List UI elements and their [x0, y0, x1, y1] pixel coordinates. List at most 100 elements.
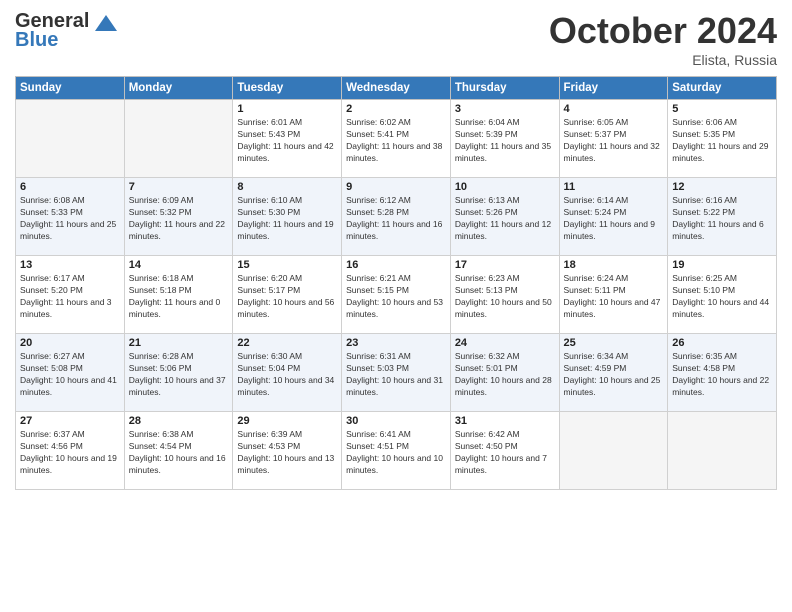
day-number: 9	[346, 181, 446, 193]
day-info: Sunrise: 6:09 AM Sunset: 5:32 PM Dayligh…	[129, 195, 229, 243]
calendar-week-3: 13 Sunrise: 6:17 AM Sunset: 5:20 PM Dayli…	[16, 256, 777, 334]
day-number: 16	[346, 259, 446, 271]
day-number: 30	[346, 415, 446, 427]
day-number: 1	[237, 103, 337, 115]
day-number: 28	[129, 415, 229, 427]
day-number: 4	[564, 103, 664, 115]
calendar-cell: 29Sunrise: 6:39 AM Sunset: 4:53 PM Dayli…	[233, 412, 342, 490]
calendar-cell	[16, 100, 125, 178]
day-info: Sunrise: 6:21 AM Sunset: 5:15 PM Dayligh…	[346, 273, 446, 321]
calendar-cell: 31 Sunrise: 6:42 AM Sunset: 4:50 PM Dayli…	[450, 412, 559, 490]
day-info: Sunrise: 6:27 AM Sunset: 5:08 PM Dayligh…	[20, 351, 120, 399]
logo-general: General	[15, 10, 89, 32]
day-number: 18	[564, 259, 664, 271]
calendar-cell: 13 Sunrise: 6:17 AM Sunset: 5:20 PM Dayli…	[16, 256, 125, 334]
calendar-cell	[124, 100, 233, 178]
day-info: Sunrise: 6:34 AM Sunset: 4:59 PM Dayligh…	[564, 351, 664, 399]
day-info: Sunrise: 6:23 AM Sunset: 5:13 PM Dayligh…	[455, 273, 555, 321]
day-number: 2	[346, 103, 446, 115]
calendar-week-4: 20 Sunrise: 6:27 AM Sunset: 5:08 PM Dayli…	[16, 334, 777, 412]
day-number: 3	[455, 103, 555, 115]
calendar-cell	[668, 412, 777, 490]
day-number: 21	[129, 337, 229, 349]
calendar-cell: 19 Sunrise: 6:25 AM Sunset: 5:10 PM Dayli…	[668, 256, 777, 334]
calendar-cell: 25 Sunrise: 6:34 AM Sunset: 4:59 PM Dayli…	[559, 334, 668, 412]
day-info: Sunrise: 6:25 AM Sunset: 5:10 PM Dayligh…	[672, 273, 772, 321]
day-info: Sunrise: 6:12 AM Sunset: 5:28 PM Dayligh…	[346, 195, 446, 243]
day-number: 31	[455, 415, 555, 427]
calendar-cell: 26 Sunrise: 6:35 AM Sunset: 4:58 PM Dayli…	[668, 334, 777, 412]
calendar-cell: 9 Sunrise: 6:12 AM Sunset: 5:28 PM Daylig…	[342, 178, 451, 256]
calendar-cell: 28 Sunrise: 6:38 AM Sunset: 4:54 PM Dayli…	[124, 412, 233, 490]
calendar-cell: 27 Sunrise: 6:37 AM Sunset: 4:56 PM Dayli…	[16, 412, 125, 490]
day-info: Sunrise: 6:08 AM Sunset: 5:33 PM Dayligh…	[20, 195, 120, 243]
header: General Blue October 2024 Elista, Russia	[15, 10, 777, 68]
day-number: 13	[20, 259, 120, 271]
location: Elista, Russia	[549, 52, 777, 68]
day-number: 11	[564, 181, 664, 193]
day-info: Sunrise: 6:42 AM Sunset: 4:50 PM Dayligh…	[455, 429, 555, 477]
day-info: Sunrise: 6:05 AM Sunset: 5:37 PM Dayligh…	[564, 117, 664, 165]
day-number: 5	[672, 103, 772, 115]
calendar-cell: 17 Sunrise: 6:23 AM Sunset: 5:13 PM Dayli…	[450, 256, 559, 334]
calendar-cell: 14 Sunrise: 6:18 AM Sunset: 5:18 PM Dayli…	[124, 256, 233, 334]
calendar-cell: 8Sunrise: 6:10 AM Sunset: 5:30 PM Daylig…	[233, 178, 342, 256]
weekday-header-row: SundayMondayTuesdayWednesdayThursdayFrid…	[16, 77, 777, 100]
day-info: Sunrise: 6:06 AM Sunset: 5:35 PM Dayligh…	[672, 117, 772, 165]
calendar-cell: 10 Sunrise: 6:13 AM Sunset: 5:26 PM Dayli…	[450, 178, 559, 256]
day-number: 20	[20, 337, 120, 349]
day-number: 23	[346, 337, 446, 349]
day-info: Sunrise: 6:38 AM Sunset: 4:54 PM Dayligh…	[129, 429, 229, 477]
calendar-cell: 30Sunrise: 6:41 AM Sunset: 4:51 PM Dayli…	[342, 412, 451, 490]
weekday-header-tuesday: Tuesday	[233, 77, 342, 100]
day-number: 10	[455, 181, 555, 193]
day-info: Sunrise: 6:35 AM Sunset: 4:58 PM Dayligh…	[672, 351, 772, 399]
day-info: Sunrise: 6:37 AM Sunset: 4:56 PM Dayligh…	[20, 429, 120, 477]
weekday-header-thursday: Thursday	[450, 77, 559, 100]
day-number: 14	[129, 259, 229, 271]
calendar-cell: 24 Sunrise: 6:32 AM Sunset: 5:01 PM Dayli…	[450, 334, 559, 412]
day-number: 17	[455, 259, 555, 271]
calendar-cell: 1Sunrise: 6:01 AM Sunset: 5:43 PM Daylig…	[233, 100, 342, 178]
day-number: 15	[237, 259, 337, 271]
day-number: 19	[672, 259, 772, 271]
calendar-cell: 16 Sunrise: 6:21 AM Sunset: 5:15 PM Dayli…	[342, 256, 451, 334]
calendar-cell: 20 Sunrise: 6:27 AM Sunset: 5:08 PM Dayli…	[16, 334, 125, 412]
day-number: 26	[672, 337, 772, 349]
day-info: Sunrise: 6:17 AM Sunset: 5:20 PM Dayligh…	[20, 273, 120, 321]
calendar-cell: 23Sunrise: 6:31 AM Sunset: 5:03 PM Dayli…	[342, 334, 451, 412]
day-info: Sunrise: 6:39 AM Sunset: 4:53 PM Dayligh…	[237, 429, 337, 477]
day-info: Sunrise: 6:32 AM Sunset: 5:01 PM Dayligh…	[455, 351, 555, 399]
day-info: Sunrise: 6:14 AM Sunset: 5:24 PM Dayligh…	[564, 195, 664, 243]
calendar-cell: 22 Sunrise: 6:30 AM Sunset: 5:04 PM Dayli…	[233, 334, 342, 412]
day-number: 6	[20, 181, 120, 193]
day-info: Sunrise: 6:30 AM Sunset: 5:04 PM Dayligh…	[237, 351, 337, 399]
calendar-week-2: 6 Sunrise: 6:08 AM Sunset: 5:33 PM Daylig…	[16, 178, 777, 256]
day-number: 22	[237, 337, 337, 349]
day-number: 12	[672, 181, 772, 193]
day-number: 25	[564, 337, 664, 349]
day-info: Sunrise: 6:24 AM Sunset: 5:11 PM Dayligh…	[564, 273, 664, 321]
calendar: SundayMondayTuesdayWednesdayThursdayFrid…	[15, 76, 777, 490]
calendar-cell	[559, 412, 668, 490]
day-info: Sunrise: 6:16 AM Sunset: 5:22 PM Dayligh…	[672, 195, 772, 243]
weekday-header-sunday: Sunday	[16, 77, 125, 100]
day-info: Sunrise: 6:18 AM Sunset: 5:18 PM Dayligh…	[129, 273, 229, 321]
weekday-header-saturday: Saturday	[668, 77, 777, 100]
day-number: 27	[20, 415, 120, 427]
day-info: Sunrise: 6:20 AM Sunset: 5:17 PM Dayligh…	[237, 273, 337, 321]
logo: General Blue	[15, 10, 117, 52]
month-title: October 2024	[549, 10, 777, 52]
calendar-cell: 2Sunrise: 6:02 AM Sunset: 5:41 PM Daylig…	[342, 100, 451, 178]
calendar-cell: 12 Sunrise: 6:16 AM Sunset: 5:22 PM Dayli…	[668, 178, 777, 256]
day-info: Sunrise: 6:13 AM Sunset: 5:26 PM Dayligh…	[455, 195, 555, 243]
day-info: Sunrise: 6:28 AM Sunset: 5:06 PM Dayligh…	[129, 351, 229, 399]
logo-icon	[95, 15, 117, 31]
day-number: 7	[129, 181, 229, 193]
title-block: October 2024 Elista, Russia	[549, 10, 777, 68]
day-number: 24	[455, 337, 555, 349]
calendar-week-1: 1Sunrise: 6:01 AM Sunset: 5:43 PM Daylig…	[16, 100, 777, 178]
calendar-cell: 11 Sunrise: 6:14 AM Sunset: 5:24 PM Dayli…	[559, 178, 668, 256]
calendar-cell: 4 Sunrise: 6:05 AM Sunset: 5:37 PM Daylig…	[559, 100, 668, 178]
weekday-header-friday: Friday	[559, 77, 668, 100]
